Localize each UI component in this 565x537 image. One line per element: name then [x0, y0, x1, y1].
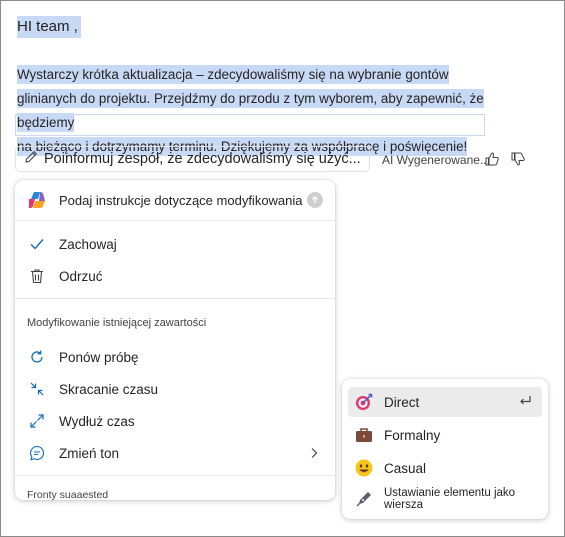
instruction-placeholder: Podaj instrukcje dotyczące modyfikowania [59, 192, 303, 208]
chevron-right-icon [309, 447, 319, 462]
shorten-button[interactable]: Skracanie czasu [15, 373, 335, 405]
pencil-icon [24, 150, 38, 168]
change-tone-label: Zmień ton [59, 445, 120, 461]
retry-button[interactable]: Ponów próbę [15, 341, 335, 373]
tone-option-formal[interactable]: Formalny [348, 420, 542, 450]
tone-option-poem[interactable]: Ustawianie elementu jako wiersza [348, 484, 548, 514]
thumbs-up-icon[interactable] [484, 151, 500, 167]
paragraph[interactable]: Wystarczy krótka aktualizacja – zdecydow… [17, 63, 537, 159]
chat-bubble-icon [27, 443, 47, 463]
tone-option-label: Direct [384, 394, 420, 410]
change-tone-button[interactable]: Zmień ton [15, 437, 335, 469]
discard-button[interactable]: Odrzuć [15, 260, 335, 292]
prompt-row: Poinformuj zespół, że zdecydowaliśmy się… [15, 146, 370, 172]
copilot-icon [27, 190, 47, 210]
tone-submenu: Direct Formalny Casual Ustawianie elemen… [342, 379, 548, 519]
enter-key-icon [518, 394, 532, 411]
trash-icon [27, 266, 47, 286]
lengthen-label: Wydłuż czas [59, 413, 135, 429]
retry-icon [27, 347, 47, 367]
paragraph-line: glinianych do projektu. Przejdźmy do prz… [17, 89, 484, 132]
briefcase-icon [354, 425, 374, 445]
tone-option-casual[interactable]: Casual [348, 453, 542, 483]
thumbs-down-icon[interactable] [510, 151, 526, 167]
ai-generated-label: AI Wygenerowane... [382, 153, 490, 167]
instruction-input[interactable]: Podaj instrukcje dotyczące modyfikowania [15, 180, 335, 221]
prompt-text: Poinformuj zespół, że zdecydowaliśmy się… [44, 151, 361, 167]
lengthen-button[interactable]: Wydłuż czas [15, 405, 335, 437]
prompt-pill[interactable]: Poinformuj zespół, że zdecydowaliśmy się… [15, 146, 370, 172]
keep-label: Zachowaj [59, 236, 117, 252]
checkmark-icon [27, 234, 47, 254]
shrink-arrows-icon [27, 379, 47, 399]
keep-button[interactable]: Zachowaj [15, 228, 335, 260]
retry-label: Ponów próbę [59, 349, 139, 365]
send-arrow-icon[interactable] [307, 192, 323, 208]
tone-option-label: Casual [384, 460, 427, 476]
smiley-icon [354, 458, 374, 478]
pen-nib-icon [354, 489, 374, 509]
paragraph-line: Wystarczy krótka aktualizacja – zdecydow… [17, 65, 449, 84]
discard-label: Odrzuć [59, 268, 103, 284]
target-icon [354, 392, 374, 412]
greeting-text[interactable]: HI team , [17, 16, 81, 38]
section-heading: Modyfikowanie istniejącej zawartości [27, 317, 207, 329]
tone-option-label: Formalny [384, 427, 441, 443]
shorten-label: Skracanie czasu [59, 381, 159, 397]
tone-option-direct[interactable]: Direct [348, 387, 542, 417]
copilot-menu: Podaj instrukcje dotyczące modyfikowania… [15, 180, 335, 500]
tone-option-label: Ustawianie elementu jako wiersza [384, 487, 516, 511]
document-canvas: HI team , Wystarczy krótka aktualizacja … [0, 0, 565, 537]
expand-arrows-icon [27, 411, 47, 431]
suggested-section-heading: Fronty suaaested [27, 489, 109, 500]
